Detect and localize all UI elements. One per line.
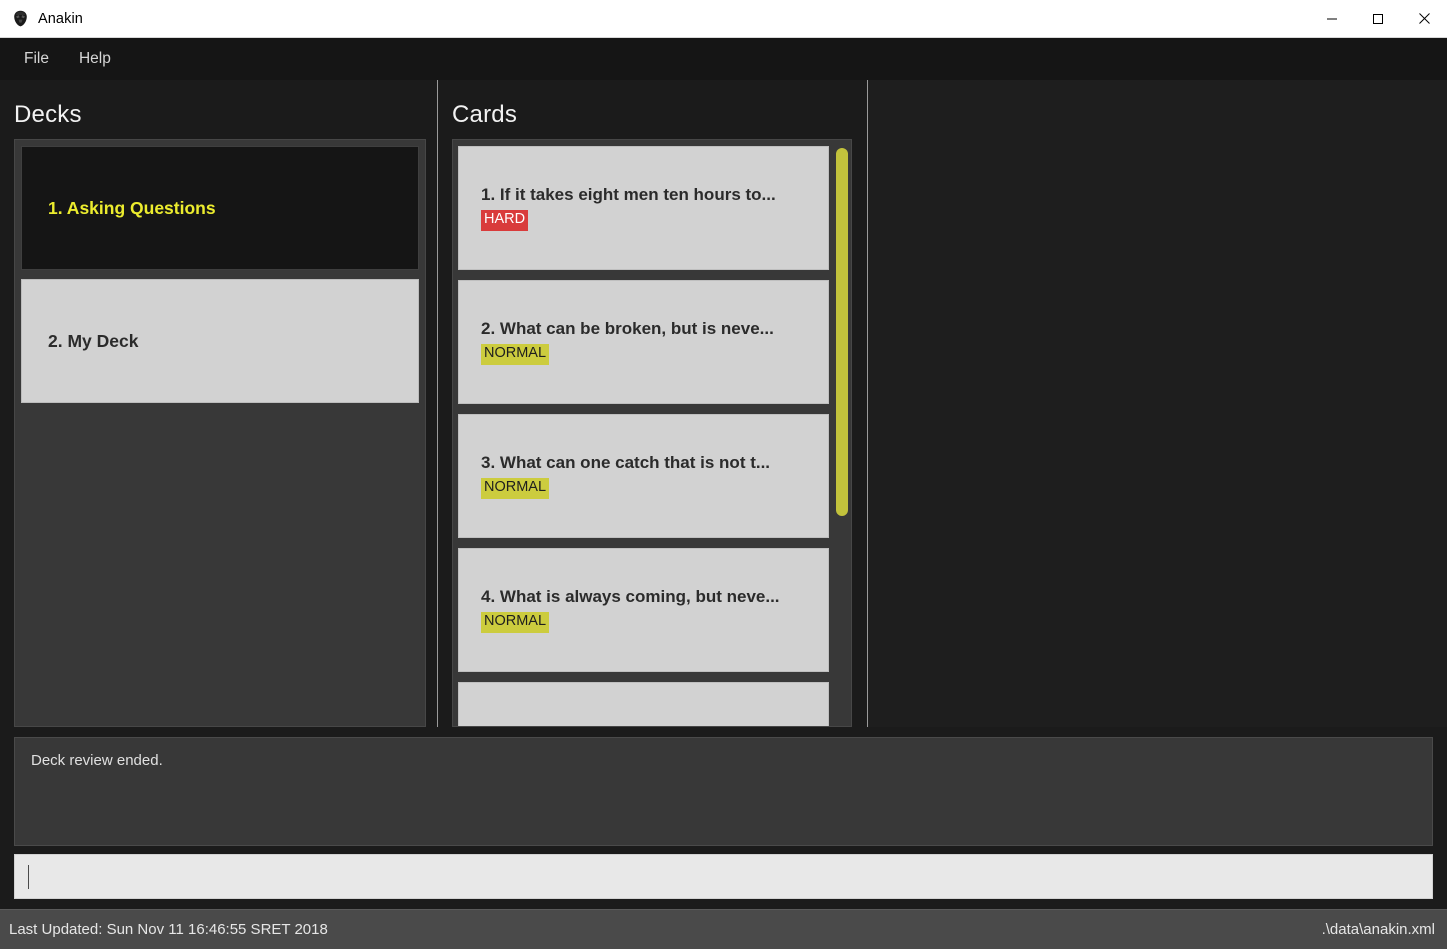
card-item-title: 3. What can one catch that is not t... [481,453,771,473]
window-title: Anakin [38,10,83,27]
card-badge-row: HARD [481,210,828,231]
console-input[interactable] [14,854,1433,899]
deck-item-label: 2. My Deck [48,330,139,351]
card-badge-row: NORMAL [481,478,828,499]
cards-panel: Cards 1. If it takes eight men ten hours… [438,80,867,727]
card-list-item[interactable]: 1. If it takes eight men ten hours to...… [458,146,829,270]
card-badge-row: NORMAL [481,612,828,633]
cards-scrollbar-thumb[interactable] [836,148,848,516]
darth-vader-helmet-icon [12,10,29,27]
decks-list-inner: 1. Asking Questions 2. My Deck [15,140,425,726]
deck-list-item[interactable]: 1. Asking Questions [21,146,419,270]
menu-bar: File Help [0,38,1447,80]
menu-item-file[interactable]: File [14,46,59,72]
decks-panel: Decks 1. Asking Questions 2. My Deck [0,80,437,727]
main-content: Decks 1. Asking Questions 2. My Deck Car… [0,80,1447,727]
status-badge: NORMAL [481,344,550,365]
card-item-title: 4. What is always coming, but neve... [481,587,780,607]
cards-list: 1. If it takes eight men ten hours to...… [452,139,852,727]
cards-panel-title: Cards [452,101,518,128]
status-badge: NORMAL [481,478,550,499]
cards-list-inner: 1. If it takes eight men ten hours to...… [458,146,829,726]
card-item-title: 2. What can be broken, but is neve... [481,319,774,339]
card-badge-row: NORMAL [481,344,828,365]
status-last-updated: Last Updated: Sun Nov 11 16:46:55 SRET 2… [9,921,328,938]
menu-item-help[interactable]: Help [69,46,121,72]
detail-panel [868,80,1447,727]
title-bar-left: Anakin [0,10,1309,27]
console-output-line: Deck review ended. [31,752,163,769]
status-badge: HARD [481,210,529,231]
console-area: Deck review ended. [0,727,1447,899]
minimize-button[interactable] [1309,0,1355,37]
card-list-item[interactable]: 4. What is always coming, but neve... NO… [458,548,829,672]
window-controls [1309,0,1447,37]
deck-list-item[interactable]: 2. My Deck [21,279,419,403]
title-bar: Anakin [0,0,1447,38]
maximize-button[interactable] [1355,0,1401,37]
status-file-path: .\data\anakin.xml [1321,921,1435,938]
status-badge: NORMAL [481,612,550,633]
card-item-title: 1. If it takes eight men ten hours to... [481,185,776,205]
card-list-item[interactable]: 3. What can one catch that is not t... N… [458,414,829,538]
text-caret [28,864,29,889]
card-list-item[interactable]: 2. What can be broken, but is neve... NO… [458,280,829,404]
app-window: Anakin File Help Decks 1. Asking Questio… [0,0,1447,949]
close-button[interactable] [1401,0,1447,37]
status-bar: Last Updated: Sun Nov 11 16:46:55 SRET 2… [0,909,1447,949]
cards-scroll-area: 1. If it takes eight men ten hours to...… [458,146,846,726]
deck-item-label: 1. Asking Questions [48,197,216,218]
cards-scrollbar[interactable] [835,146,849,726]
card-list-item[interactable] [458,682,829,726]
decks-panel-title: Decks [14,101,82,128]
console-output: Deck review ended. [14,737,1433,846]
decks-list: 1. Asking Questions 2. My Deck [14,139,426,727]
